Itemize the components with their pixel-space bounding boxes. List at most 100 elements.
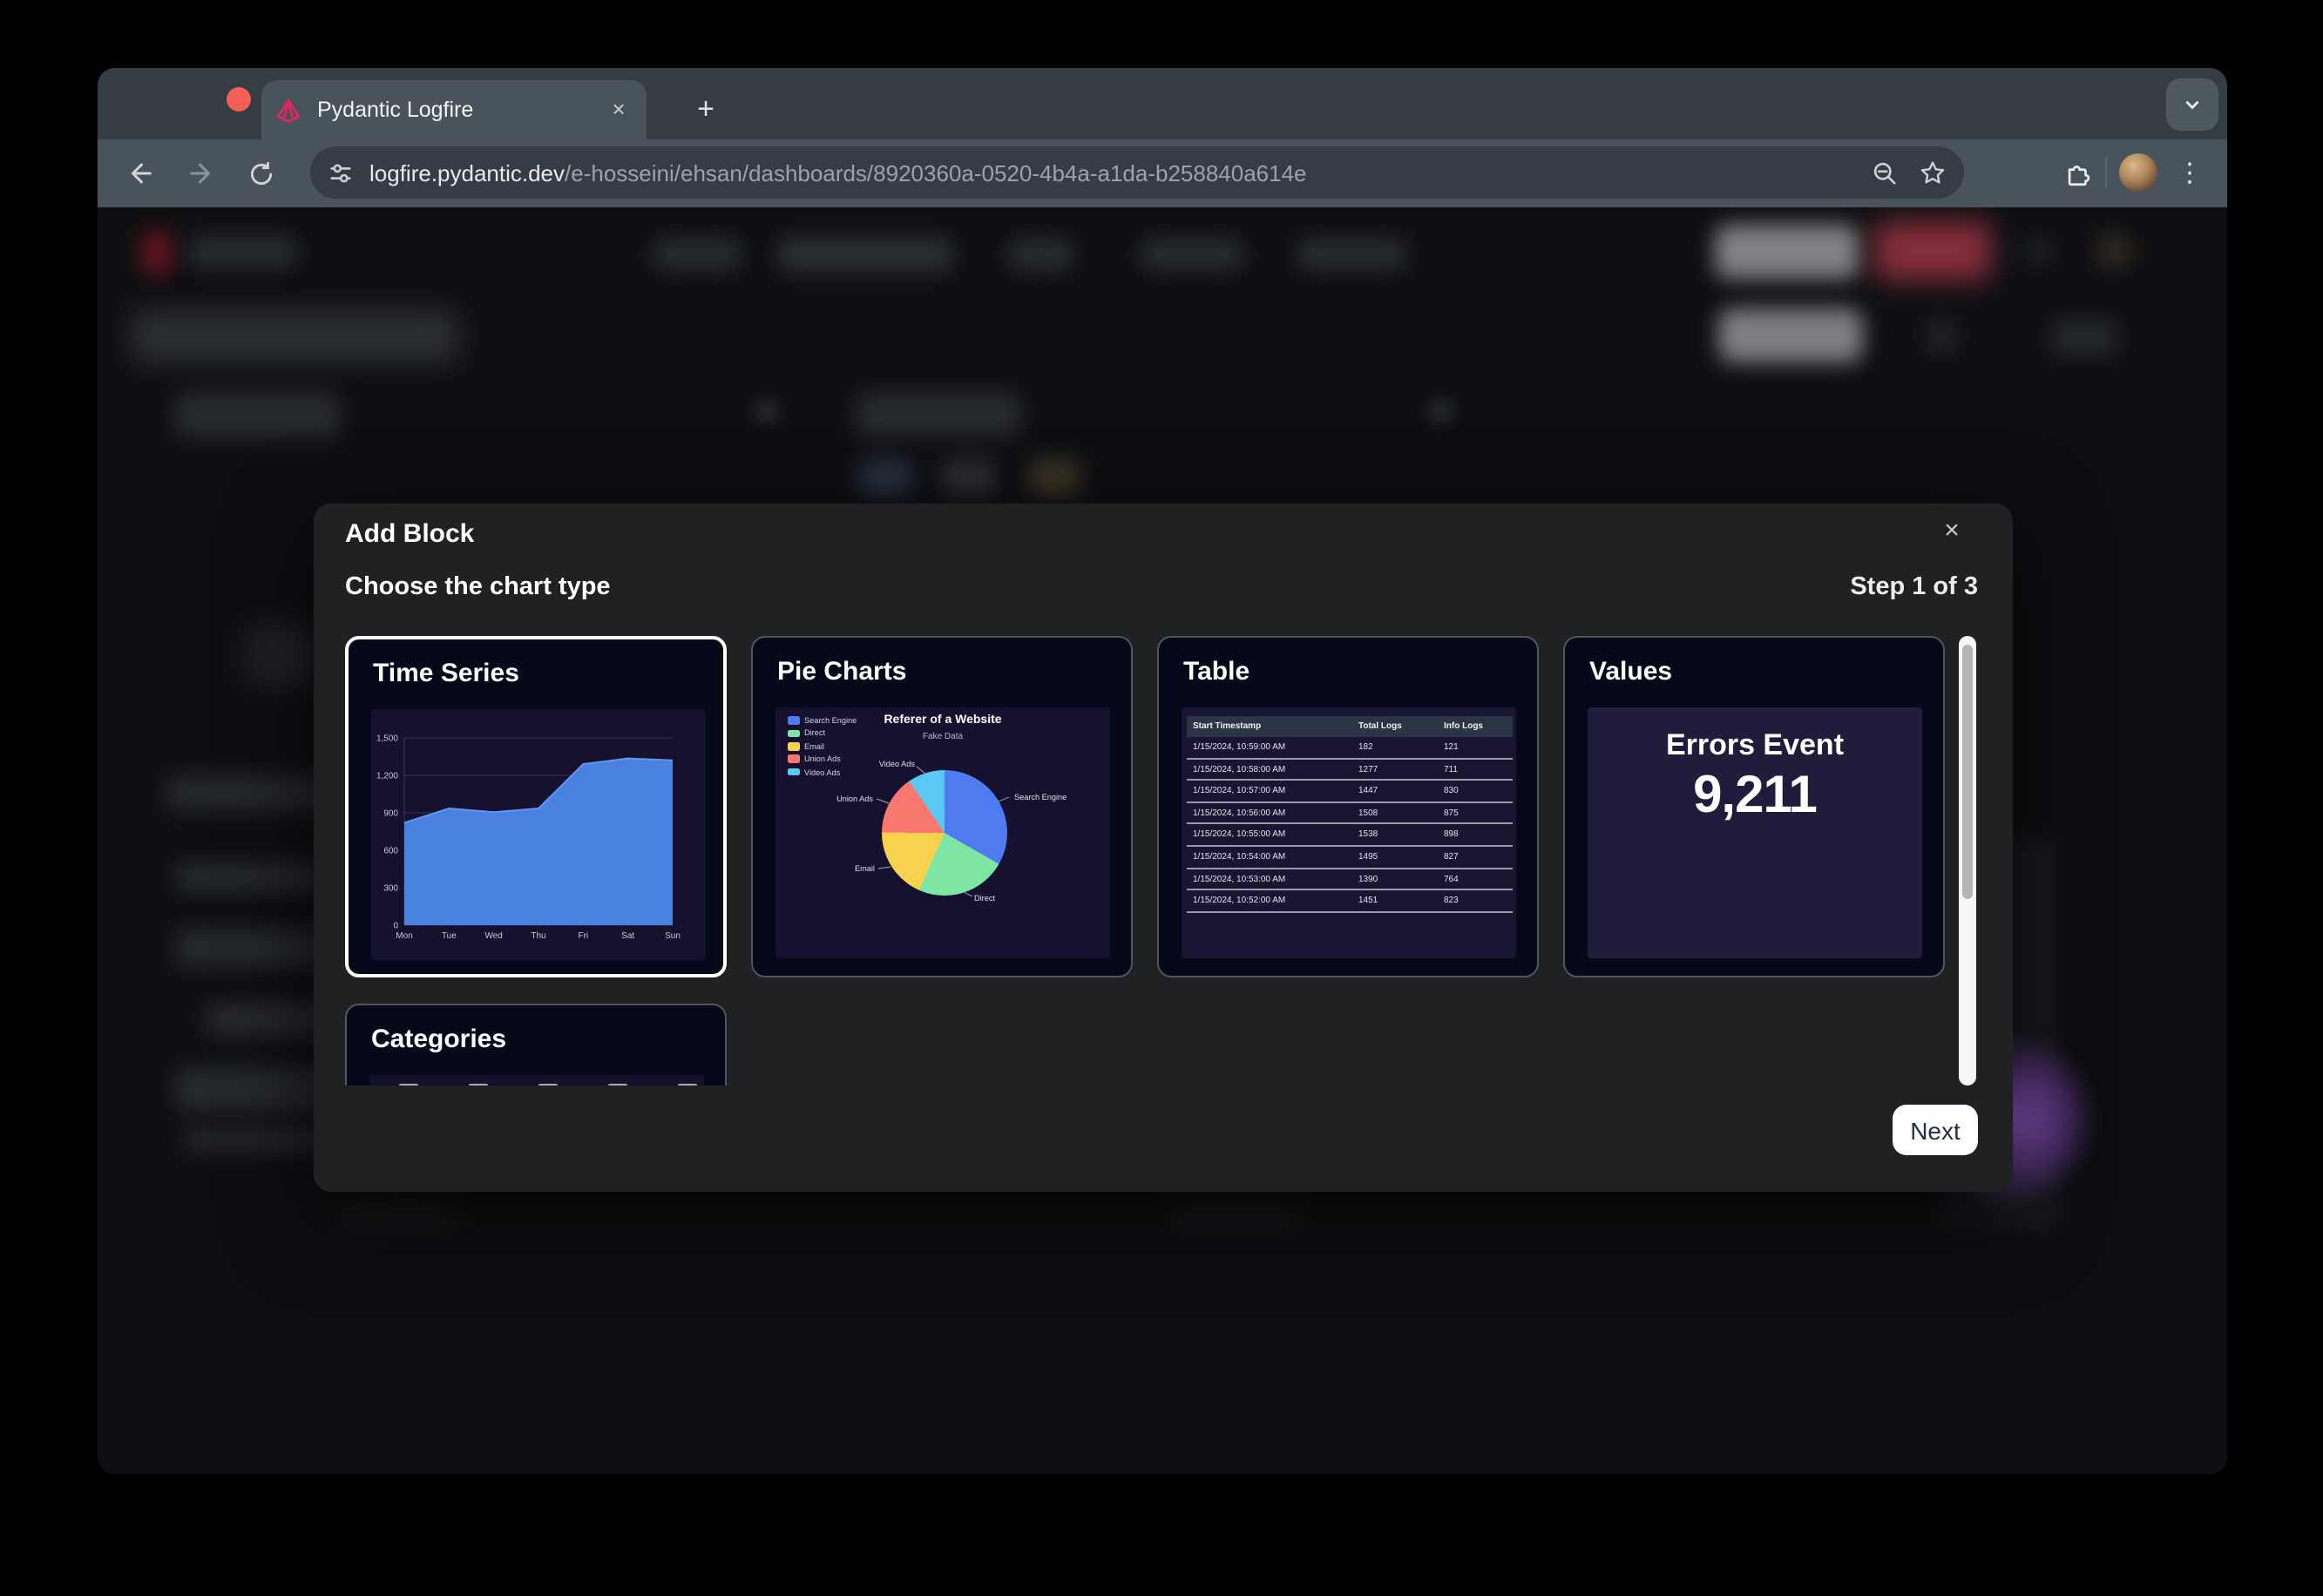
- favicon-logfire-icon: [275, 97, 301, 123]
- svg-text:600: 600: [383, 847, 398, 856]
- table-cell: 1495: [1351, 846, 1437, 868]
- table-cell: 1/15/2024, 10:58:00 AM: [1186, 758, 1351, 780]
- svg-text:Sat: Sat: [621, 931, 634, 941]
- svg-text:Sun: Sun: [665, 931, 681, 941]
- pie-slice-label: Union Ads: [816, 795, 873, 803]
- card-time-series[interactable]: Time Series 03006009001,2001,500MonTueWe…: [345, 636, 727, 977]
- reload-button[interactable]: [240, 152, 282, 194]
- time-series-thumbnail: 03006009001,2001,500MonTueWedThuFriSatSu…: [371, 709, 706, 960]
- card-values[interactable]: Values Errors Event 9,211: [1563, 636, 1945, 977]
- svg-text:Fri: Fri: [578, 931, 588, 941]
- card-title: Categories: [371, 1025, 506, 1054]
- zoom-out-icon[interactable]: [1872, 159, 1898, 186]
- url-bar[interactable]: logfire.pydantic.dev/e-hosseini/ehsan/da…: [310, 146, 1964, 199]
- url-text: logfire.pydantic.dev/e-hosseini/ehsan/da…: [369, 159, 1872, 186]
- card-title: Values: [1589, 657, 1672, 686]
- values-thumbnail: Errors Event 9,211: [1588, 707, 1922, 958]
- categories-chart-hint: [608, 1084, 627, 1085]
- table-cell: 827: [1437, 846, 1512, 868]
- card-pie-charts[interactable]: Pie Charts Referer of a Website Fake Dat…: [751, 636, 1133, 977]
- url-path: /e-hosseini/ehsan/dashboards/8920360a-05…: [565, 159, 1307, 186]
- browser-tab[interactable]: Pydantic Logfire ×: [261, 80, 647, 139]
- categories-chart-hint: [538, 1084, 558, 1085]
- table-thumbnail: Start Timestamp Total Logs Info Logs 1/1…: [1182, 707, 1516, 958]
- modal-scrollbar-thumb[interactable]: [1962, 645, 1973, 899]
- modal-close-icon[interactable]: ×: [1936, 516, 1967, 547]
- site-settings-icon[interactable]: [328, 159, 354, 186]
- table-col-header: Total Logs: [1351, 716, 1437, 737]
- card-title: Time Series: [373, 659, 519, 688]
- svg-text:Mon: Mon: [396, 931, 412, 941]
- table-cell: 1/15/2024, 10:59:00 AM: [1186, 737, 1351, 758]
- card-table[interactable]: Table Start Timestamp Total Logs Info Lo…: [1157, 636, 1539, 977]
- browser-menu-kebab-icon[interactable]: ⋮: [2170, 157, 2210, 188]
- table-row: 1/15/2024, 10:59:00 AM182121: [1186, 737, 1512, 758]
- table-cell: 875: [1437, 802, 1512, 824]
- traffic-light-close[interactable]: [227, 87, 251, 112]
- table-cell: 1390: [1351, 868, 1437, 889]
- table-cell: 1/15/2024, 10:53:00 AM: [1186, 868, 1351, 889]
- table-cell: 1451: [1351, 889, 1437, 911]
- new-tab-button[interactable]: +: [685, 89, 727, 131]
- table-row: 1/15/2024, 10:53:00 AM1390764: [1186, 868, 1512, 889]
- step-indicator: Step 1 of 3: [1850, 573, 1978, 601]
- svg-text:0: 0: [393, 922, 398, 931]
- card-title: Table: [1183, 657, 1250, 686]
- svg-text:900: 900: [383, 809, 398, 819]
- table-cell: 823: [1437, 889, 1512, 911]
- modal-subtitle: Choose the chart type: [345, 573, 611, 601]
- table-col-header: Start Timestamp: [1186, 716, 1351, 737]
- table-cell: 764: [1437, 868, 1512, 889]
- svg-text:300: 300: [383, 884, 398, 894]
- extensions-icon[interactable]: [2063, 158, 2093, 187]
- svg-text:Thu: Thu: [531, 931, 545, 941]
- metric-value: 9,211: [1693, 767, 1817, 826]
- categories-chart-hint: [399, 1084, 418, 1085]
- table-cell: 1/15/2024, 10:56:00 AM: [1186, 802, 1351, 824]
- table-cell: 1/15/2024, 10:54:00 AM: [1186, 846, 1351, 868]
- svg-text:Tue: Tue: [442, 931, 457, 941]
- table-cell: 1/15/2024, 10:52:00 AM: [1186, 889, 1351, 911]
- table-cell: 830: [1437, 780, 1512, 801]
- table-cell: 1/15/2024, 10:57:00 AM: [1186, 780, 1351, 801]
- table-cell: 1447: [1351, 780, 1437, 801]
- pie-slice-label: Direct: [974, 893, 995, 902]
- pie-slice-label: Email: [833, 864, 875, 873]
- card-categories[interactable]: Categories: [345, 1004, 727, 1085]
- table-cell: 1508: [1351, 802, 1437, 824]
- back-arrow-icon: [125, 159, 154, 188]
- table-row: 1/15/2024, 10:58:00 AM1277711: [1186, 758, 1512, 780]
- modal-scrollbar-track[interactable]: [1959, 636, 1976, 1085]
- mini-table: Start Timestamp Total Logs Info Logs 1/1…: [1186, 716, 1512, 913]
- table-row: 1/15/2024, 10:56:00 AM1508875: [1186, 802, 1512, 824]
- categories-chart-hint: [469, 1084, 488, 1085]
- pie-slice-label: Video Ads: [857, 759, 915, 768]
- metric-title: Errors Event: [1666, 728, 1844, 763]
- next-button[interactable]: Next: [1893, 1105, 1978, 1155]
- forward-arrow-icon: [186, 159, 215, 188]
- svg-text:1,200: 1,200: [376, 772, 398, 781]
- tab-title: Pydantic Logfire: [317, 98, 605, 122]
- back-button[interactable]: [119, 152, 160, 194]
- tab-close-icon[interactable]: ×: [605, 96, 633, 124]
- table-col-header: Info Logs: [1437, 716, 1512, 737]
- add-block-modal: Add Block × Choose the chart type Step 1…: [314, 504, 2013, 1192]
- bookmark-star-icon[interactable]: [1919, 159, 1947, 186]
- screen: Pydantic Logfire × +: [0, 0, 2323, 1596]
- table-row: 1/15/2024, 10:55:00 AM1538898: [1186, 824, 1512, 846]
- pie-leader-lines: [775, 707, 1110, 958]
- table-row: 1/15/2024, 10:57:00 AM1447830: [1186, 780, 1512, 801]
- pie-chart-thumbnail: Referer of a Website Fake Data Search En…: [775, 707, 1110, 958]
- toolbar-divider: [2105, 157, 2107, 188]
- browser-window: Pydantic Logfire × +: [98, 68, 2227, 1474]
- table-cell: 1277: [1351, 758, 1437, 780]
- table-row: 1/15/2024, 10:52:00 AM1451823: [1186, 889, 1512, 911]
- profile-avatar[interactable]: [2119, 153, 2157, 192]
- pie-slice-label: Search Engine: [1014, 793, 1067, 801]
- categories-thumbnail: [369, 1075, 704, 1085]
- page-content: Add Block × Choose the chart type Step 1…: [98, 207, 2227, 1474]
- table-cell: 898: [1437, 824, 1512, 846]
- tab-search-button[interactable]: [2166, 78, 2218, 131]
- table-cell: 182: [1351, 737, 1437, 758]
- forward-button[interactable]: [179, 152, 221, 194]
